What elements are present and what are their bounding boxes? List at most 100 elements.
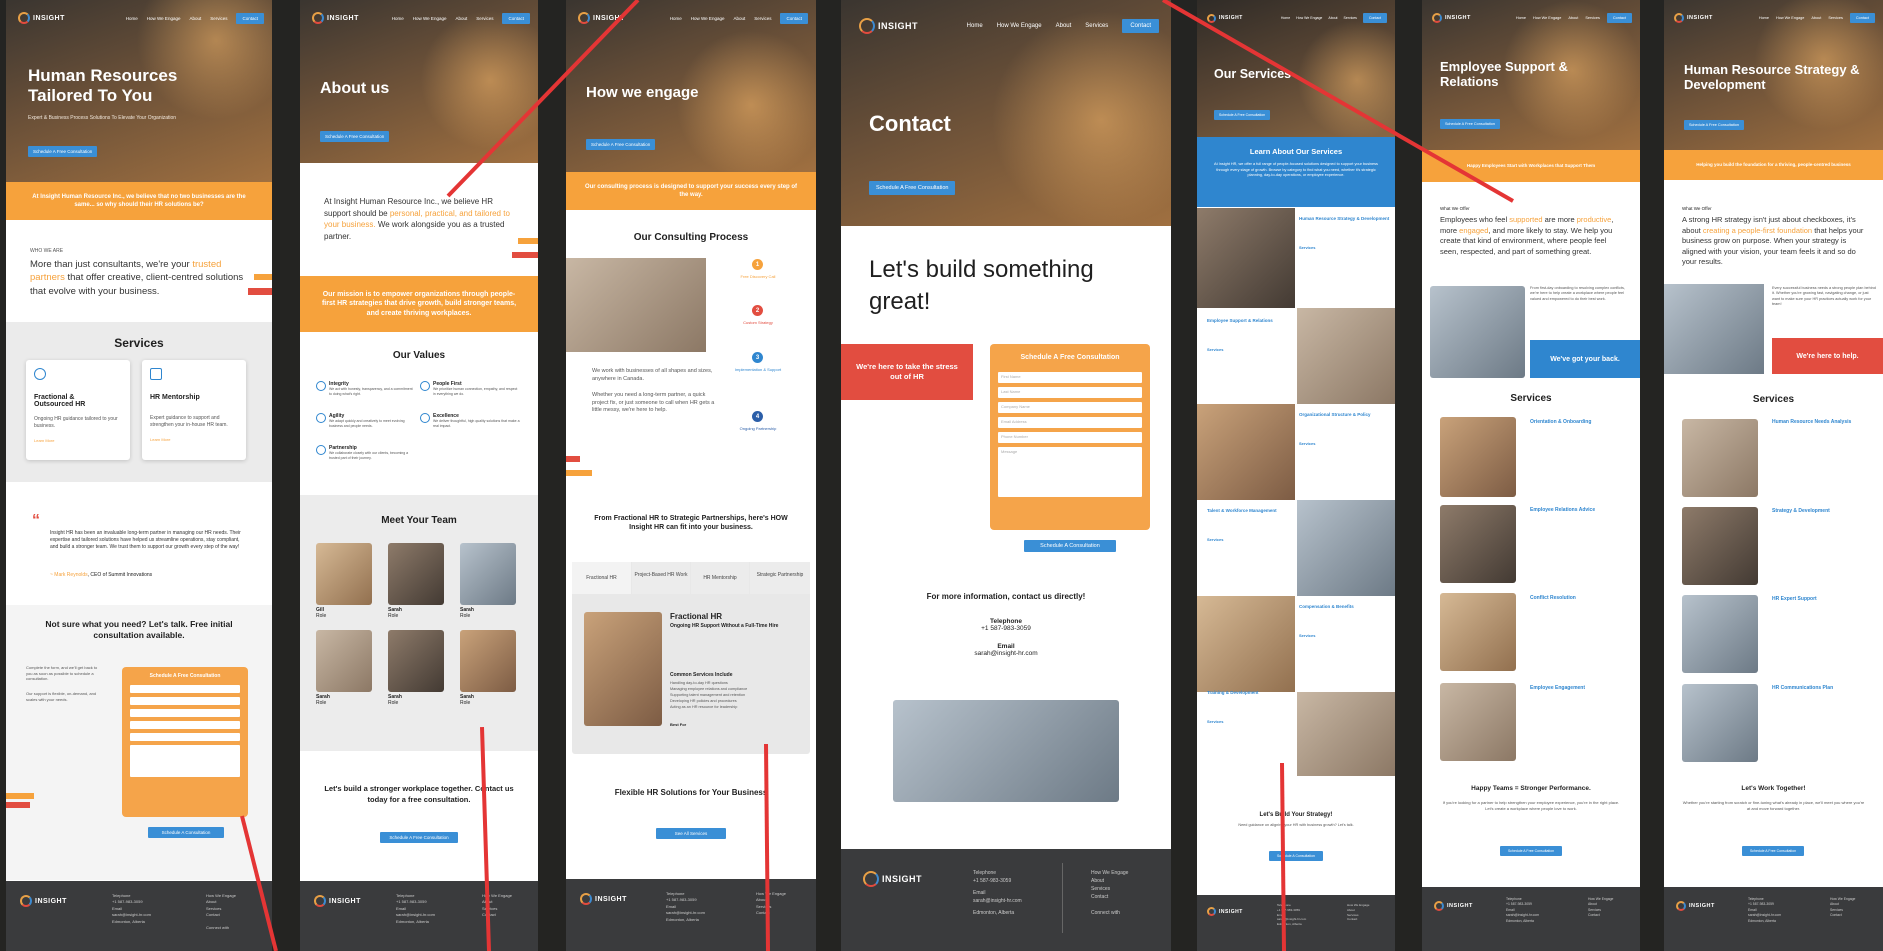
nav-services[interactable]: Services — [210, 16, 227, 21]
phone-field[interactable]: Phone Number — [998, 432, 1142, 443]
nav-home[interactable]: Home — [126, 16, 138, 21]
nav-about[interactable]: About — [455, 16, 467, 21]
hero-cta-button[interactable]: Schedule A Free Consultation — [1440, 119, 1501, 129]
nav-contact-button[interactable]: Contact — [236, 12, 264, 24]
learn-more-link[interactable]: Learn More — [34, 438, 122, 444]
footer-link[interactable]: Contact — [1588, 913, 1613, 918]
footer-link[interactable]: Contact — [1091, 893, 1128, 901]
nav-home[interactable]: Home — [1281, 16, 1290, 20]
logo[interactable]: INSIGHT — [859, 18, 918, 34]
footer-link[interactable]: Services — [1091, 885, 1128, 893]
form-field[interactable] — [130, 721, 240, 729]
logo[interactable]: INSIGHT — [1432, 13, 1471, 23]
nav-contact-button[interactable]: Contact — [1362, 13, 1387, 23]
nav-about[interactable]: About — [189, 16, 201, 21]
first-name-field[interactable]: First Name — [998, 372, 1142, 383]
nav-contact-button[interactable]: Contact — [1606, 13, 1632, 23]
nav-about[interactable]: About — [1056, 23, 1072, 29]
form-message[interactable] — [130, 745, 240, 777]
closing-button[interactable]: Schedule A Free Consultation — [380, 832, 458, 843]
nav-services[interactable]: Services — [1085, 23, 1108, 29]
service-card-fractional[interactable]: Fractional & Outsourced HR Ongoing HR gu… — [26, 360, 130, 460]
footer-email[interactable]: sarah@insight-hr.com — [396, 912, 435, 918]
nav-home[interactable]: Home — [967, 23, 983, 29]
footer-connect[interactable]: Connect with — [206, 925, 236, 931]
strategy-cta-button[interactable]: Schedule A Free Consultation — [1742, 846, 1804, 856]
nav-home[interactable]: Home — [392, 16, 404, 21]
logo[interactable]: INSIGHT — [312, 12, 359, 24]
nav-services[interactable]: Services — [1585, 16, 1600, 20]
nav-about[interactable]: About — [1328, 16, 1337, 20]
footer-email[interactable]: sarah@insight-hr.com — [666, 910, 705, 916]
footer-connect[interactable]: Connect with — [1091, 909, 1128, 917]
nav-engage[interactable]: How We Engage — [1776, 16, 1804, 20]
tab-strategic[interactable]: Strategic Partnership — [750, 562, 810, 594]
nav-engage[interactable]: How We Engage — [997, 23, 1042, 29]
category-services-label: Services — [1207, 537, 1224, 542]
nav-about[interactable]: About — [1568, 16, 1578, 20]
email-value[interactable]: sarah@insight-hr.com — [841, 650, 1171, 657]
footer-link[interactable]: Contact — [1347, 917, 1369, 922]
footer-link[interactable]: Contact — [206, 912, 236, 918]
hero-cta-button[interactable]: Schedule A Free Consultation — [1214, 110, 1271, 120]
form-field[interactable] — [130, 709, 240, 717]
footer-link[interactable]: About — [1091, 877, 1128, 885]
nav-engage[interactable]: How We Engage — [1533, 16, 1561, 20]
hero-cta-button[interactable]: Schedule A Free Consultation — [28, 146, 98, 157]
nav-engage[interactable]: How We Engage — [147, 16, 181, 21]
nav-contact-button[interactable]: Contact — [1849, 13, 1875, 23]
strategy-cta-button[interactable]: Schedule A Consultation — [1269, 851, 1323, 861]
logo[interactable]: INSIGHT — [1207, 13, 1243, 23]
hero-cta-button[interactable]: Schedule A Free Consultation — [869, 181, 956, 195]
see-all-services-button[interactable]: See All Services — [656, 828, 726, 839]
service-card-mentorship[interactable]: HR Mentorship Expert guidance to support… — [142, 360, 246, 460]
company-field[interactable]: Company Name — [998, 402, 1142, 413]
tab-fractional[interactable]: Fractional HR — [572, 562, 631, 594]
nav-services[interactable]: Services — [1828, 16, 1843, 20]
logo[interactable]: INSIGHT — [578, 12, 625, 24]
form-field[interactable] — [130, 733, 240, 741]
form-field[interactable] — [130, 685, 240, 693]
footer-link[interactable]: Contact — [1830, 913, 1855, 918]
last-name-field[interactable]: Last Name — [998, 387, 1142, 398]
hero-cta-button[interactable]: Schedule A Free Consultation — [320, 131, 390, 142]
logo[interactable]: INSIGHT — [18, 12, 65, 24]
nav-engage[interactable]: How We Engage — [1296, 16, 1322, 20]
learn-more-link[interactable]: Learn More — [150, 437, 238, 443]
nav-home[interactable]: Home — [1516, 16, 1526, 20]
footer-tel[interactable]: +1 587-983-3059 — [973, 877, 1022, 885]
hero-cta-button[interactable]: Schedule A Free Consultation — [1684, 120, 1745, 130]
footer-link[interactable]: Contact — [482, 912, 512, 918]
nav-home[interactable]: Home — [670, 16, 682, 21]
footer-email[interactable]: sarah@insight-hr.com — [1506, 913, 1539, 918]
nav-about[interactable]: About — [733, 16, 745, 21]
tel-value[interactable]: +1 587-983-3059 — [841, 625, 1171, 632]
submit-button[interactable]: Schedule A Consultation — [1024, 540, 1116, 552]
nav-services[interactable]: Services — [476, 16, 493, 21]
nav-engage[interactable]: How We Engage — [691, 16, 725, 21]
nav-services[interactable]: Services — [1344, 16, 1357, 20]
service-photo — [1682, 419, 1758, 497]
nav-home[interactable]: Home — [1759, 16, 1769, 20]
footer-link[interactable]: How We Engage — [1091, 869, 1128, 877]
hero-cta-button[interactable]: Schedule A Free Consultation — [586, 139, 656, 150]
submit-button[interactable]: Schedule A Consultation — [148, 827, 224, 838]
logo[interactable]: INSIGHT — [1674, 13, 1713, 23]
email-field[interactable]: Email Address — [998, 417, 1142, 428]
nav-engage[interactable]: How We Engage — [413, 16, 447, 21]
footer-link[interactable]: Contact — [756, 910, 786, 916]
nav-contact-button[interactable]: Contact — [780, 12, 808, 24]
message-field[interactable]: Message — [998, 447, 1142, 497]
tab-project[interactable]: Project-Based HR Work — [632, 562, 690, 594]
form-field[interactable] — [130, 697, 240, 705]
footer-email[interactable]: sarah@insight-hr.com — [1748, 913, 1781, 918]
nav-contact-button[interactable]: Contact — [502, 12, 530, 24]
footer-email[interactable]: sarah@insight-hr.com — [112, 912, 151, 918]
footer-email[interactable]: sarah@insight-hr.com — [973, 897, 1022, 905]
nav-about[interactable]: About — [1811, 16, 1821, 20]
nav-contact-button[interactable]: Contact — [1122, 19, 1159, 33]
support-cta-button[interactable]: Schedule A Free Consultation — [1500, 846, 1562, 856]
nav-services[interactable]: Services — [754, 16, 771, 21]
member-role: Role — [460, 700, 471, 706]
tab-mentorship[interactable]: HR Mentorship — [691, 562, 749, 594]
